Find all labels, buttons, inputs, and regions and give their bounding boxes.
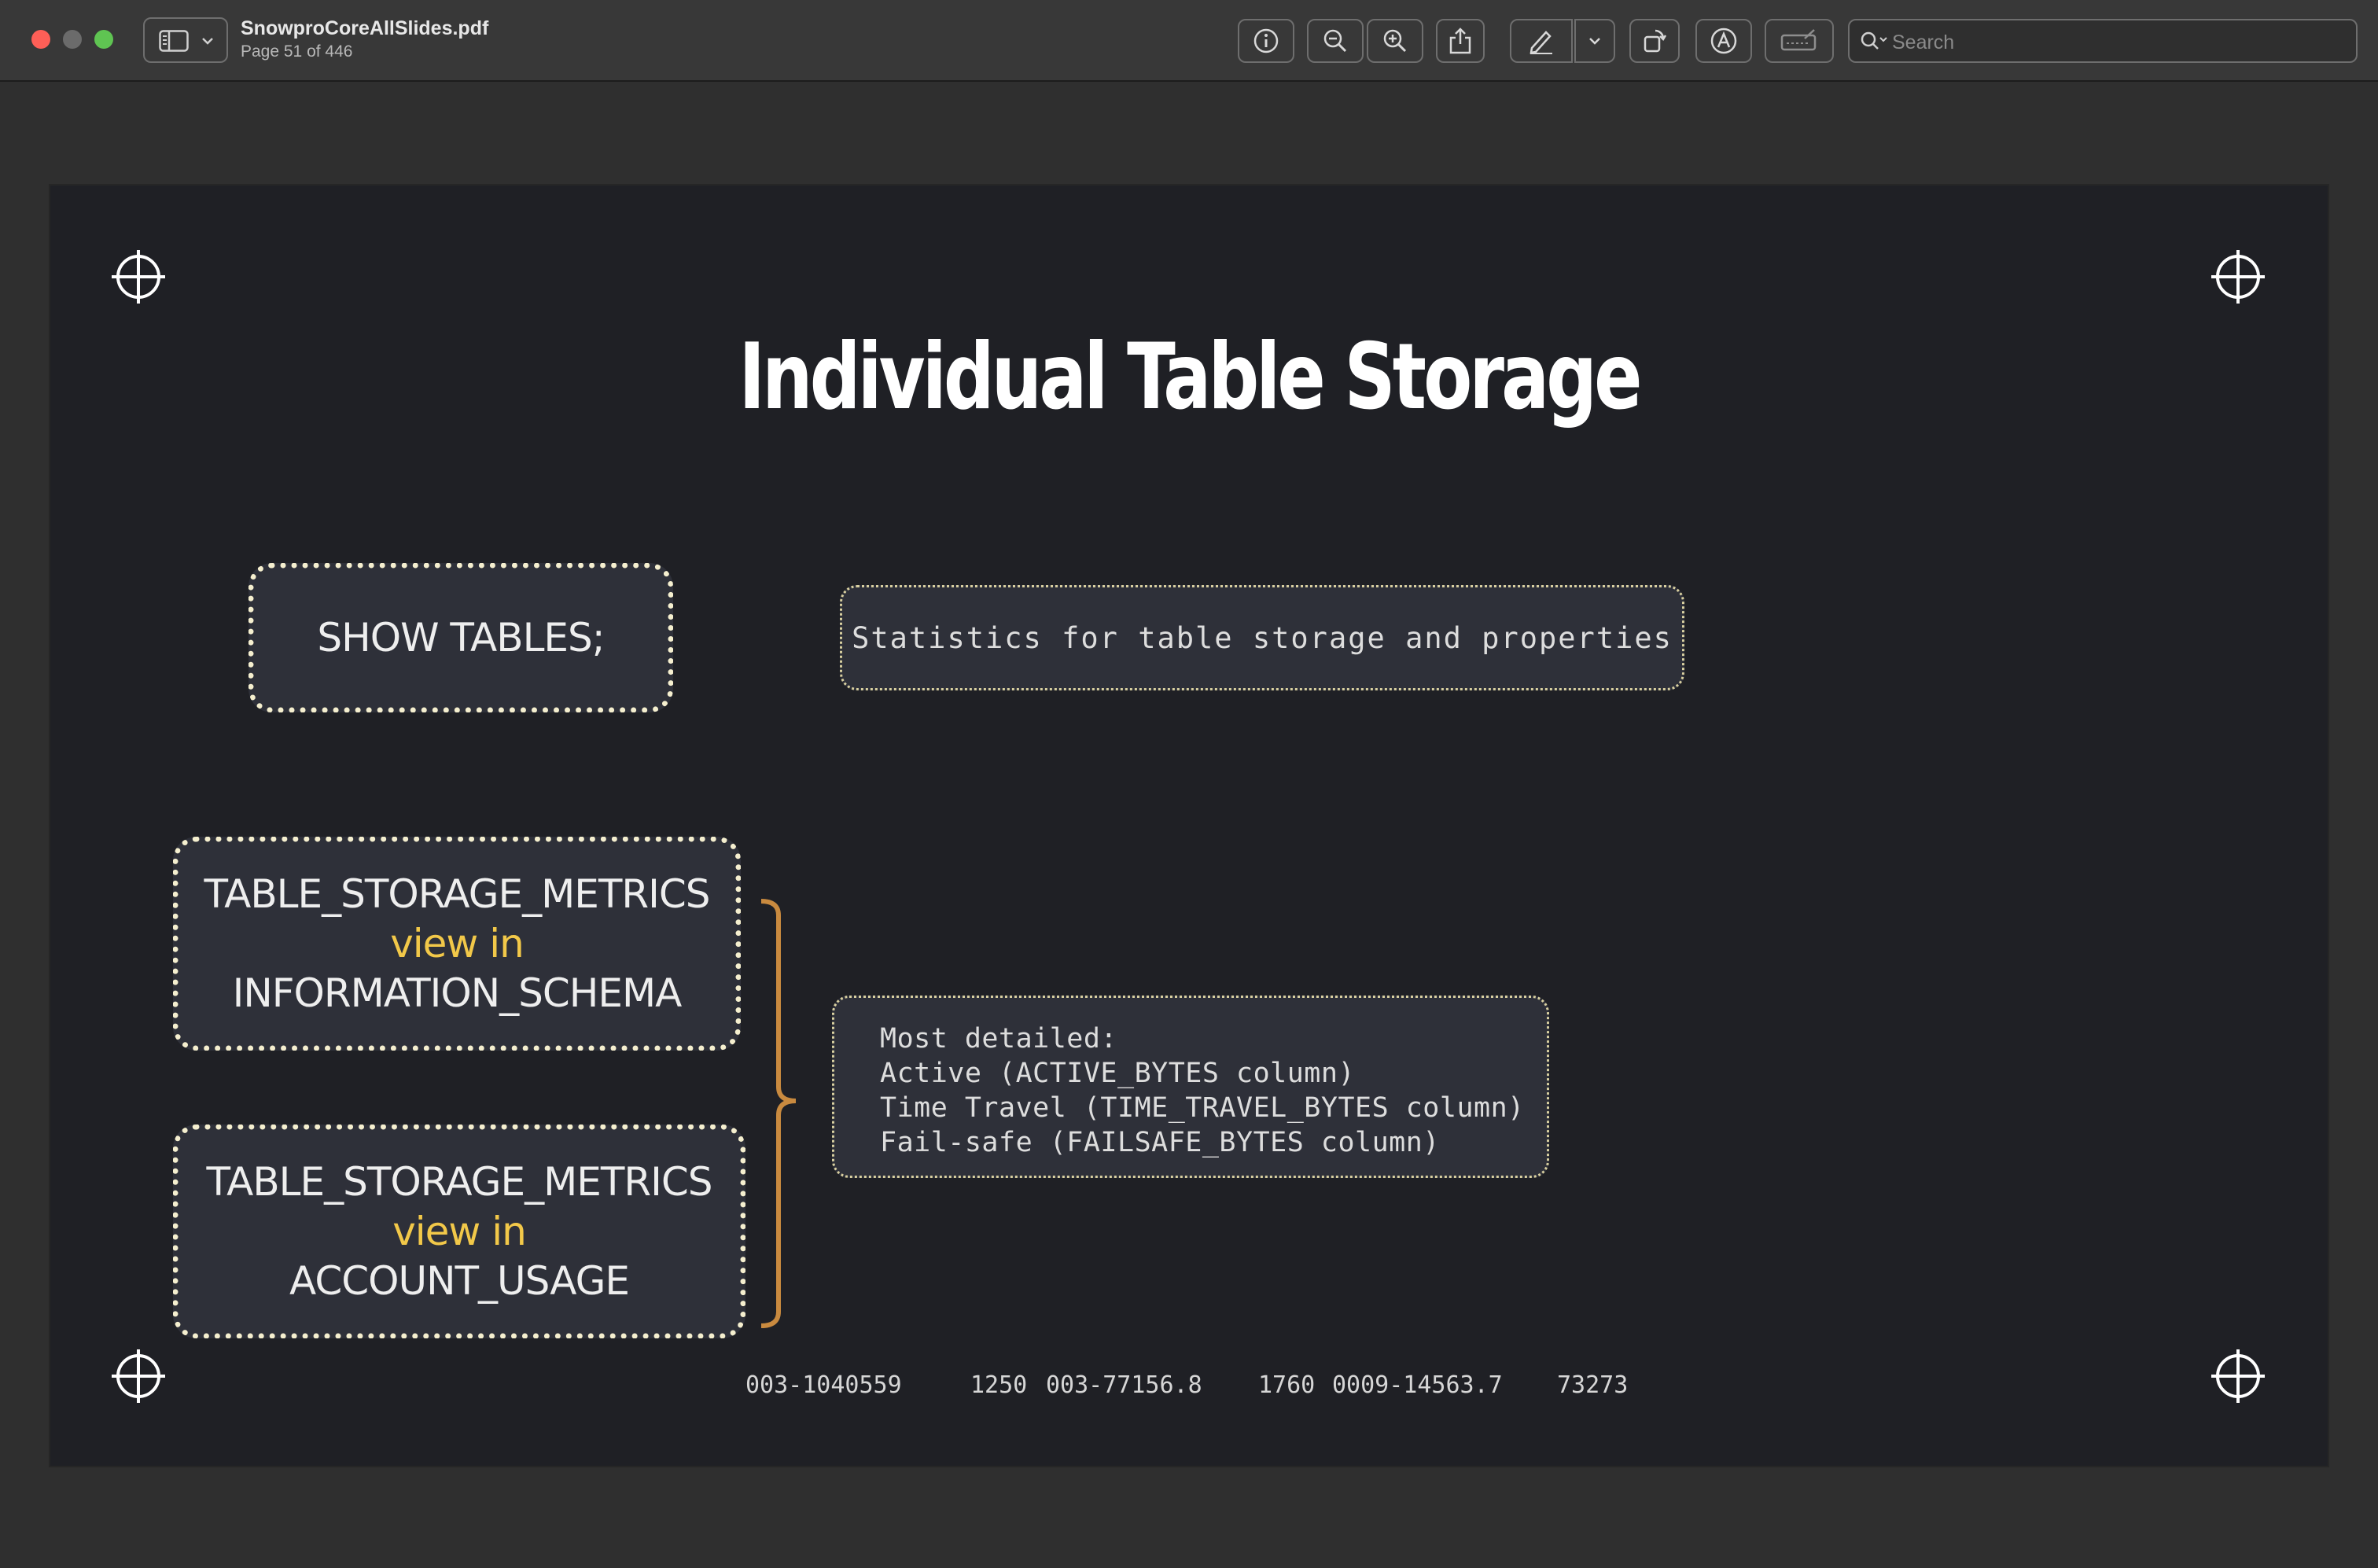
info-schema-metrics-box: TABLE_STORAGE_METRICS view in INFORMATIO… — [173, 837, 741, 1051]
footer-code: 73273 — [1557, 1371, 1629, 1399]
minimize-window-button[interactable] — [63, 30, 82, 49]
box-line: INFORMATION_SCHEMA — [232, 970, 683, 1016]
share-icon — [1449, 28, 1471, 54]
window-toolbar: SnowproCoreAllSlides.pdf Page 51 of 446 — [0, 0, 2378, 82]
footer-code: 003-77156.8 — [1046, 1371, 1202, 1399]
zoom-in-button[interactable] — [1367, 19, 1423, 63]
signature-button[interactable] — [1765, 19, 1834, 63]
footer-code: 1760 — [1258, 1371, 1316, 1399]
box-line-accent: view in — [390, 920, 525, 966]
chevron-down-icon — [202, 38, 213, 45]
crosshair-icon — [2211, 1349, 2265, 1403]
info-button[interactable] — [1238, 19, 1294, 63]
search-placeholder: Search — [1892, 31, 1955, 53]
markup-pen-icon — [1530, 31, 1552, 54]
search-field[interactable]: Search — [1848, 19, 2358, 63]
footer-code: 1250 — [970, 1371, 1028, 1399]
zoom-out-button[interactable] — [1307, 19, 1364, 63]
box-line: TABLE_STORAGE_METRICS — [206, 1158, 712, 1205]
annotate-button[interactable] — [1695, 19, 1752, 63]
markup-options-button[interactable] — [1574, 19, 1615, 63]
footer-code: 0009-14563.7 — [1332, 1371, 1503, 1399]
bracket-connector — [760, 899, 797, 1328]
box-line: ACCOUNT_USAGE — [289, 1257, 630, 1304]
account-usage-metrics-box: TABLE_STORAGE_METRICS view in ACCOUNT_US… — [173, 1124, 745, 1338]
detail-note: Most detailed: Active (ACTIVE_BYTES colu… — [832, 996, 1549, 1178]
detail-line: Active (ACTIVE_BYTES column) — [880, 1058, 1356, 1089]
rotate-icon — [1644, 29, 1667, 53]
close-window-button[interactable] — [31, 30, 50, 49]
show-tables-text: SHOW TABLES; — [317, 614, 605, 661]
statistics-note-text: Statistics for table storage and propert… — [852, 620, 1673, 655]
document-title: SnowproCoreAllSlides.pdf — [241, 17, 489, 39]
signature-icon — [1780, 29, 1817, 51]
box-line-accent: view in — [392, 1208, 527, 1254]
detail-line: Time Travel (TIME_TRAVEL_BYTES column) — [880, 1092, 1525, 1124]
maximize-window-button[interactable] — [94, 30, 113, 49]
detail-line: Most detailed: — [880, 1023, 1118, 1055]
search-icon — [1861, 31, 1887, 50]
rotate-button[interactable] — [1629, 19, 1680, 63]
markup-button[interactable] — [1510, 19, 1573, 63]
crosshair-icon — [112, 250, 165, 304]
show-tables-box: SHOW TABLES; — [248, 563, 673, 712]
sidebar-toggle-button[interactable] — [143, 17, 228, 63]
pdf-page-slide: Individual Table Storage SHOW TABLES; St… — [50, 186, 2328, 1466]
zoom-out-icon — [1323, 29, 1347, 53]
chevron-down-icon — [1589, 38, 1600, 45]
slide-title: Individual Table Storage — [738, 324, 1642, 430]
annotate-icon — [1710, 28, 1737, 54]
crosshair-icon — [112, 1349, 165, 1403]
box-line: TABLE_STORAGE_METRICS — [204, 870, 710, 917]
crosshair-icon — [2211, 250, 2265, 304]
footer-code: 003-1040559 — [745, 1371, 902, 1399]
info-icon — [1253, 28, 1279, 53]
share-button[interactable] — [1436, 19, 1485, 63]
zoom-in-icon — [1383, 29, 1407, 53]
page-indicator: Page 51 of 446 — [241, 42, 353, 61]
sidebar-icon — [159, 30, 189, 52]
statistics-note: Statistics for table storage and propert… — [840, 585, 1684, 690]
detail-line: Fail-safe (FAILSAFE_BYTES column) — [880, 1127, 1440, 1158]
